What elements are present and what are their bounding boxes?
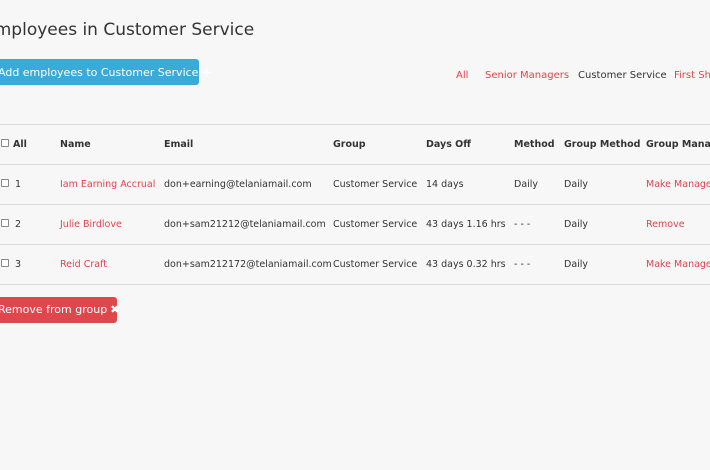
employee-email: don+earning@telaniamail.com <box>164 179 312 190</box>
row-checkbox[interactable] <box>1 219 9 227</box>
page-title: Employees in Customer Service <box>0 20 255 40</box>
filter-first-shift[interactable]: First Shift <box>674 70 710 81</box>
employee-method: Daily <box>514 179 539 190</box>
header-days-off: Days Off <box>426 139 471 150</box>
employee-group: Customer Service <box>333 219 418 230</box>
remove-from-group-button[interactable]: Remove from group ✖ <box>0 297 120 323</box>
remove-from-group-label: Remove from group <box>0 303 108 316</box>
table-row: 3 Reid Craft don+sam212172@telaniamail.c… <box>0 244 710 285</box>
header-group: Group <box>333 139 366 150</box>
employee-name-link[interactable]: Reid Craft <box>60 245 107 284</box>
employee-group-method: Daily <box>564 219 589 230</box>
group-filter-nav: All Senior Managers Customer Service Fir… <box>0 70 710 84</box>
row-number: 1 <box>15 179 22 190</box>
filter-customer-service[interactable]: Customer Service <box>578 70 667 81</box>
employee-email: don+sam21212@telaniamail.com <box>164 219 326 230</box>
employee-name-link[interactable]: Iam Earning Accrual <box>60 165 155 204</box>
table-row: 1 Iam Earning Accrual don+earning@telani… <box>0 164 710 204</box>
employee-method: - - - <box>514 219 531 230</box>
header-email: Email <box>164 139 194 150</box>
employee-email: don+sam212172@telaniamail.com <box>164 259 332 270</box>
employee-group: Customer Service <box>333 259 418 270</box>
filter-senior-managers[interactable]: Senior Managers <box>485 70 569 81</box>
employee-method: - - - <box>514 259 531 270</box>
make-manager-link[interactable]: Make Manager <box>646 165 710 204</box>
remove-manager-link[interactable]: Remove <box>646 205 685 244</box>
select-all-checkbox[interactable] <box>1 139 9 147</box>
employee-group: Customer Service <box>333 179 418 190</box>
row-checkbox[interactable] <box>1 259 9 267</box>
header-group-manager: Group Manager <box>646 139 710 150</box>
employee-group-method: Daily <box>564 179 589 190</box>
table-header-row: All Name Email Group Days Off Method Gro… <box>0 124 710 164</box>
header-group-method: Group Method <box>564 139 641 150</box>
employees-table: All Name Email Group Days Off Method Gro… <box>0 124 710 285</box>
select-all-label: All <box>13 139 27 150</box>
employee-days-off: 14 days <box>426 179 464 190</box>
filter-all[interactable]: All <box>456 70 468 81</box>
employee-name-link[interactable]: Julie Birdlove <box>60 205 122 244</box>
row-checkbox[interactable] <box>1 179 9 187</box>
table-row: 2 Julie Birdlove don+sam21212@telaniamai… <box>0 204 710 244</box>
page: Employees in Customer Service Add employ… <box>0 0 710 470</box>
close-icon: ✖ <box>110 303 120 316</box>
header-name: Name <box>60 139 91 150</box>
employee-days-off: 43 days 1.16 hrs <box>426 219 506 230</box>
row-number: 2 <box>15 219 22 230</box>
employee-group-method: Daily <box>564 259 589 270</box>
make-manager-link[interactable]: Make Manager <box>646 245 710 284</box>
employee-days-off: 43 days 0.32 hrs <box>426 259 506 270</box>
header-method: Method <box>514 139 555 150</box>
row-number: 3 <box>15 259 22 270</box>
